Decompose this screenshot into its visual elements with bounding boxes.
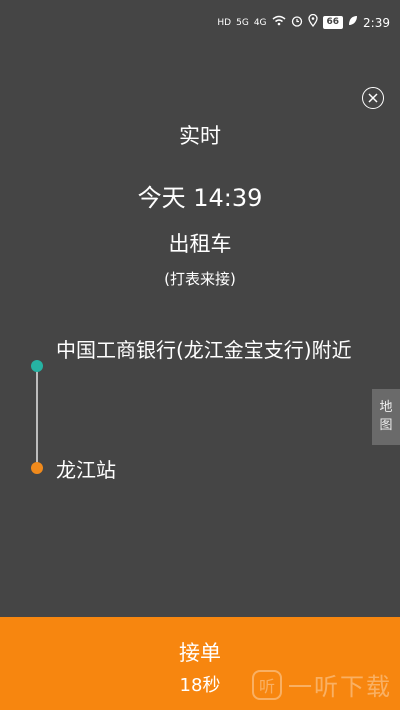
accept-order-button[interactable]: 接单 18秒 听 一听下载 (0, 617, 400, 710)
status-bar: HD 5G 4G 66 2:39 (0, 0, 400, 46)
accept-label: 接单 (179, 641, 221, 665)
order-time: 今天 14:39 (137, 184, 263, 212)
wifi-icon (272, 15, 286, 30)
close-icon (368, 93, 378, 103)
end-dot-icon (31, 462, 43, 474)
car-type: 出租车 (168, 232, 232, 256)
map-tab-char-1: 地 (379, 400, 393, 415)
alarm-icon (291, 15, 303, 31)
destination-address: 龙江站 (56, 458, 116, 482)
watermark: 听 一听下载 (252, 667, 392, 702)
close-button[interactable] (362, 87, 384, 109)
order-mode: 实时 (179, 124, 221, 148)
battery-icon: 66 (322, 16, 344, 29)
clock: 2:39 (363, 15, 390, 30)
location-icon (307, 13, 318, 31)
map-tab[interactable]: 地 图 (372, 389, 400, 445)
route-line (36, 368, 38, 468)
watermark-text: 一听下载 (288, 673, 392, 701)
map-tab-char-2: 图 (379, 418, 393, 433)
meter-note: (打表来接) (164, 270, 236, 288)
leaf-icon (348, 15, 358, 30)
signal-4g-icon: 4G (253, 17, 267, 28)
watermark-logo-icon: 听 (252, 669, 282, 700)
pickup-address: 中国工商银行(龙江金宝支行)附近 (56, 338, 352, 362)
hd-icon: HD (217, 17, 232, 28)
status-icons: HD 5G 4G 66 2:39 (217, 13, 390, 31)
signal-5g-icon: 5G (236, 17, 249, 28)
start-dot-icon (31, 360, 43, 372)
